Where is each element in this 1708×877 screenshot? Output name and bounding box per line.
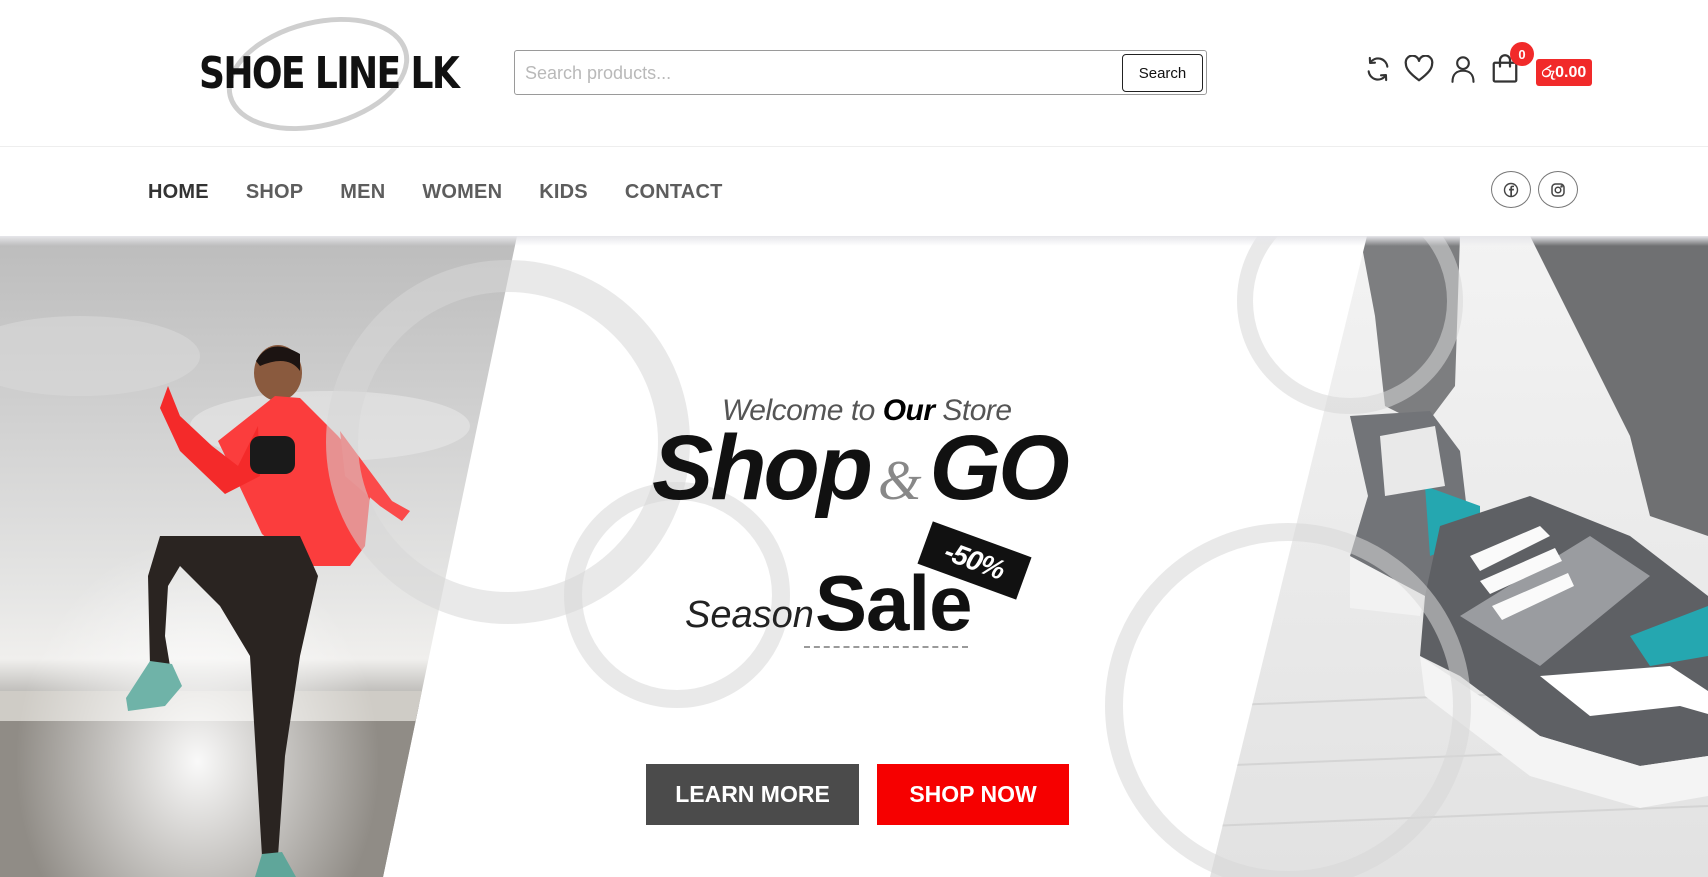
site-logo[interactable]: SHOE LINE LK: [195, 0, 460, 149]
site-header: SHOE LINE LK Search 0 රු0.00: [0, 0, 1708, 149]
compare-icon[interactable]: [1363, 54, 1393, 84]
main-navigation: HOME SHOP MEN WOMEN KIDS CONTACT: [0, 148, 1708, 236]
nav-shadow: [0, 236, 1708, 246]
nav-item-shop[interactable]: SHOP: [246, 181, 303, 204]
facebook-icon[interactable]: [1491, 171, 1531, 208]
cart-count-badge: 0: [1510, 42, 1534, 66]
nav-item-men[interactable]: MEN: [340, 181, 385, 204]
search-input[interactable]: [525, 60, 1125, 86]
search-button[interactable]: Search: [1122, 54, 1203, 92]
nav-item-kids[interactable]: KIDS: [539, 181, 588, 204]
cart-total[interactable]: රු0.00: [1536, 59, 1592, 86]
nav-item-women[interactable]: WOMEN: [422, 181, 502, 204]
sale-underline: [804, 646, 968, 648]
nav-menu: HOME SHOP MEN WOMEN KIDS CONTACT: [148, 148, 760, 236]
headline-go: GO: [929, 417, 1070, 519]
shop-now-button[interactable]: SHOP NOW: [877, 764, 1069, 825]
headline-ampersand: &: [877, 450, 922, 512]
instagram-icon[interactable]: [1538, 171, 1578, 208]
decorative-ring: [1105, 523, 1471, 877]
nav-item-home[interactable]: HOME: [148, 181, 209, 204]
wishlist-heart-icon[interactable]: [1404, 54, 1434, 84]
search-bar: Search: [514, 50, 1207, 95]
season-text: Season: [685, 594, 814, 636]
hero-banner: Welcome to Our Store Shop &GO Season Sale…: [0, 236, 1708, 877]
hero-headline: Shop &GO: [652, 416, 1070, 521]
nav-item-contact[interactable]: CONTACT: [625, 181, 723, 204]
headline-shop: Shop: [652, 417, 873, 519]
account-user-icon[interactable]: [1448, 54, 1478, 84]
learn-more-button[interactable]: LEARN MORE: [646, 764, 859, 825]
logo-text: SHOE LINE LK: [199, 48, 460, 99]
